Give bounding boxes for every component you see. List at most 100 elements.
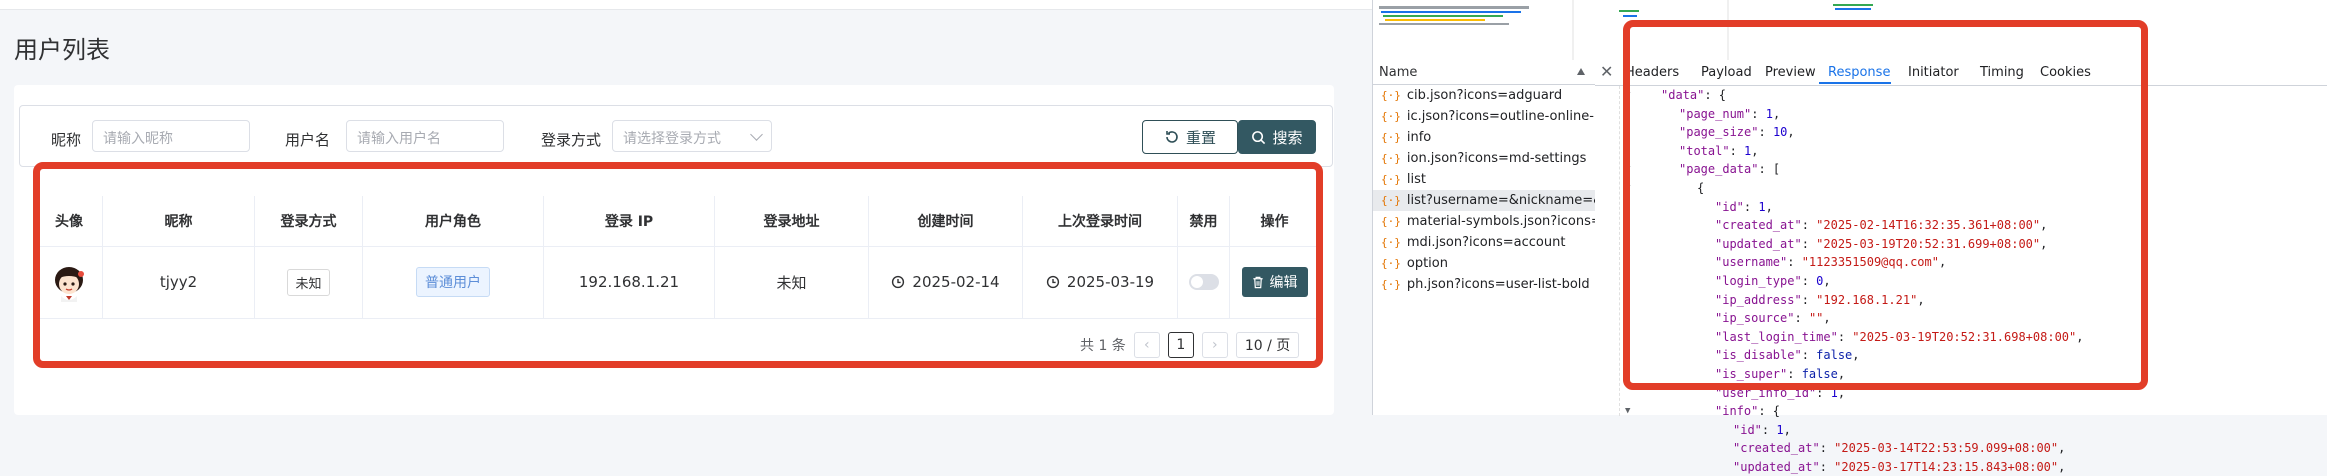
tab-timing[interactable]: Timing — [1980, 65, 2024, 80]
json-value: "192.168.1.21" — [1816, 292, 1918, 307]
json-value: 1 — [1758, 199, 1766, 214]
json-punct: : { — [1758, 404, 1781, 419]
header-created-time: 创建时间 — [869, 196, 1023, 246]
json-punct: , — [1852, 348, 1860, 363]
response-line-content: "is_super": false, — [1715, 365, 1845, 384]
clock-icon — [892, 275, 905, 289]
json-file-icon: {·} — [1381, 194, 1401, 207]
expand-toggle-icon[interactable]: ▼ — [1625, 402, 1630, 421]
json-key: "id" — [1715, 199, 1744, 214]
active-tab-indicator — [1819, 82, 1891, 84]
login-type-label: 登录方式 — [541, 131, 602, 149]
search-icon — [1252, 130, 1266, 144]
username-input[interactable]: 请输入用户名 — [346, 120, 504, 152]
request-item[interactable]: {·} ic.json?icons=outline-online-pr... — [1373, 106, 1595, 127]
response-line-content: "user_info_id": 1, — [1715, 384, 1845, 403]
filter-bar: 昵称 请输入昵称 用户名 请输入用户名 登录方式 请选择登录方式 重置 搜索 — [19, 105, 1333, 167]
tab-headers[interactable]: Headers — [1625, 65, 1679, 80]
reset-button[interactable]: 重置 — [1142, 120, 1238, 154]
tab-response[interactable]: Response — [1828, 65, 1890, 80]
response-line-content: "ip_address": "192.168.1.21", — [1715, 291, 1925, 310]
expand-toggle-icon[interactable]: ▼ — [1625, 160, 1630, 179]
json-punct: : — [1816, 385, 1831, 400]
expand-toggle-icon[interactable]: ▼ — [1625, 86, 1630, 105]
json-punct: : — [1801, 273, 1817, 288]
response-line-content: "page_num": 1, — [1679, 105, 1780, 124]
request-item[interactable]: {·} ion.json?icons=md-settings — [1373, 148, 1595, 169]
expand-toggle-icon[interactable]: ▼ — [1625, 179, 1630, 198]
response-line: "is_disable": false, — [1595, 346, 2327, 365]
json-key: "last_login_time" — [1715, 329, 1838, 344]
json-key: "info" — [1715, 404, 1759, 419]
response-line: "page_num": 1, — [1595, 105, 2327, 124]
disable-toggle[interactable] — [1188, 274, 1219, 290]
login-type-placeholder: 请选择登录方式 — [623, 131, 721, 147]
close-icon[interactable]: ✕ — [1600, 62, 1613, 81]
login-type-cell: 未知 — [255, 246, 363, 318]
json-value: "2025-03-19T20:52:31.699+08:00" — [1816, 236, 2041, 251]
json-punct: : — [1819, 459, 1835, 474]
pagination: 共 1 条 ‹ 1 › 10 / 页 — [1080, 330, 1300, 360]
search-button[interactable]: 搜索 — [1238, 120, 1316, 154]
prev-page-button[interactable]: ‹ — [1133, 332, 1160, 358]
login-type-select[interactable]: 请选择登录方式 — [612, 120, 772, 152]
request-item[interactable]: {·} ph.json?icons=user-list-bold — [1373, 274, 1595, 295]
request-item[interactable]: {·} mdi.json?icons=account — [1373, 232, 1595, 253]
json-punct: , — [2040, 218, 2048, 233]
json-punct: , — [1823, 273, 1831, 288]
json-punct: : — [1819, 441, 1835, 456]
response-line: ▼{ — [1595, 179, 2327, 198]
response-line-content: "login_type": 0, — [1715, 272, 1831, 291]
json-punct: : — [1751, 106, 1766, 121]
json-punct: , — [1783, 422, 1791, 437]
json-key: "data" — [1661, 88, 1705, 102]
json-punct: : — [1794, 311, 1809, 326]
name-column-label: Name — [1379, 64, 1418, 80]
json-punct: , — [1837, 366, 1846, 381]
tab-preview[interactable]: Preview — [1765, 65, 1816, 80]
name-column-header[interactable]: Name — [1373, 60, 1595, 85]
page-size-select[interactable]: 10 / 页 — [1235, 332, 1300, 358]
sort-up-icon — [1577, 68, 1585, 75]
request-name: ion.json?icons=md-settings — [1406, 151, 1587, 166]
response-line-content: "last_login_time": "2025-03-19T20:52:31.… — [1715, 328, 2083, 347]
last-login-time-cell: 2025-03-19 — [1023, 246, 1178, 318]
tab-cookies[interactable]: Cookies — [2040, 65, 2091, 80]
json-key: "ip_address" — [1715, 292, 1802, 307]
json-value: "" — [1808, 311, 1824, 326]
json-file-icon: {·} — [1381, 131, 1401, 144]
json-value: false — [1816, 348, 1853, 363]
request-name: list?username=&nickname=&pa... — [1406, 193, 1595, 208]
login-ip-cell: 192.168.1.21 — [544, 246, 715, 318]
json-value: "1123351509@qq.com" — [1801, 255, 1939, 270]
request-item[interactable]: {·} list — [1373, 169, 1595, 190]
json-file-icon: {·} — [1381, 89, 1401, 102]
response-line: ▼ "page_data": [ — [1595, 160, 2327, 179]
page-number-1[interactable]: 1 — [1167, 332, 1194, 358]
tab-payload[interactable]: Payload — [1701, 65, 1752, 80]
request-item[interactable]: {·} material-symbols.json?icons=r... — [1373, 211, 1595, 232]
request-item[interactable]: {·} list?username=&nickname=&pa... — [1373, 190, 1595, 211]
nickname-cell: tjyy2 — [103, 246, 255, 318]
tab-initiator[interactable]: Initiator — [1908, 65, 1959, 80]
response-line: "login_type": 0, — [1595, 272, 2327, 291]
json-punct: , — [1837, 385, 1846, 400]
json-punct: , — [2058, 441, 2066, 456]
json-punct: , — [1765, 199, 1773, 214]
username-label: 用户名 — [285, 131, 331, 149]
pagination-total: 共 1 条 — [1080, 338, 1126, 354]
edit-button[interactable]: 编辑 — [1241, 267, 1308, 297]
created-time-cell: 2025-02-14 — [869, 246, 1023, 318]
json-file-icon: {·} — [1381, 257, 1401, 270]
login-address-cell: 未知 — [715, 246, 869, 318]
request-name: ph.json?icons=user-list-bold — [1406, 277, 1590, 292]
avatar — [48, 261, 90, 303]
request-item[interactable]: {·} cib.json?icons=adguard — [1373, 85, 1595, 106]
response-line-content: "page_size": 10, — [1679, 123, 1795, 142]
request-item[interactable]: {·} option — [1373, 253, 1595, 274]
json-punct: : — [1801, 292, 1817, 307]
nickname-input[interactable]: 请输入昵称 — [92, 120, 250, 152]
request-item[interactable]: {·} info — [1373, 127, 1595, 148]
json-punct: , — [1772, 106, 1781, 121]
next-page-button[interactable]: › — [1201, 332, 1228, 358]
